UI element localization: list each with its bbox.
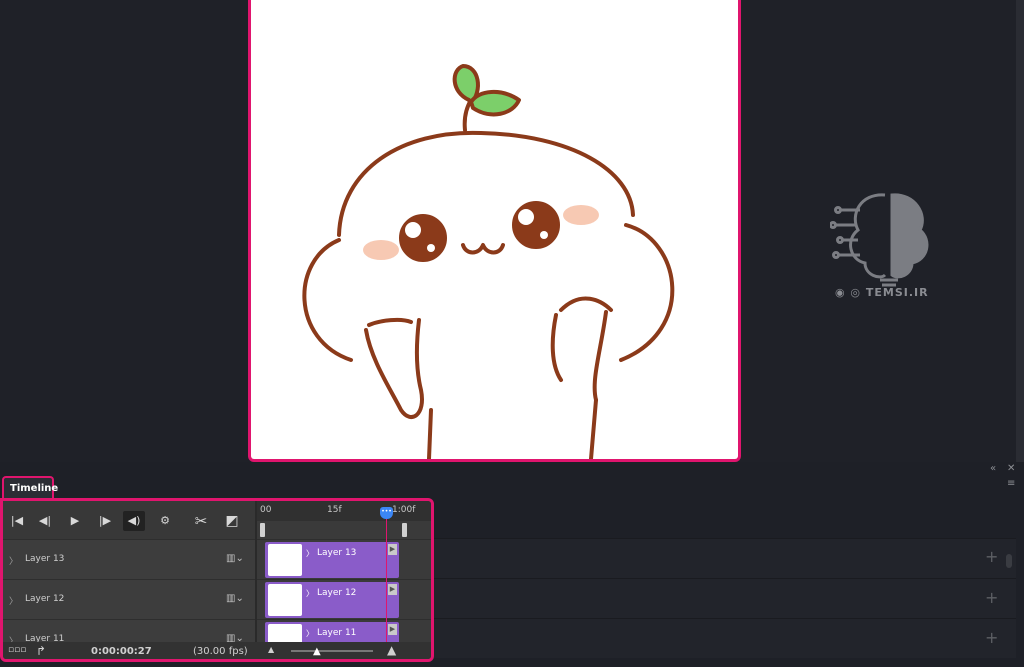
clip-end-handle-icon[interactable]: ▶: [388, 544, 397, 555]
layer-row[interactable]: 〉 Layer 13 ▥⌄: [3, 539, 255, 579]
add-media-icon[interactable]: +: [985, 588, 998, 607]
play-button[interactable]: ▶: [64, 511, 86, 531]
settings-icon[interactable]: ⚙: [154, 511, 176, 531]
timeline-scrollbar[interactable]: [1006, 554, 1012, 568]
clip-end-handle-icon[interactable]: ▶: [388, 624, 397, 635]
layer-track[interactable]: 〉 Layer 12 ▶: [257, 579, 431, 619]
empty-track: [434, 578, 1016, 618]
layer-name: Layer 13: [25, 554, 65, 564]
zoom-slider-track[interactable]: [291, 650, 373, 652]
add-media-icon[interactable]: +: [985, 547, 998, 566]
document-canvas[interactable]: [248, 0, 741, 462]
ruler-label-mid: 15f: [327, 505, 342, 515]
tab-timeline[interactable]: Timeline: [2, 476, 58, 500]
frame-mode-icon[interactable]: ▫▫▫: [8, 645, 26, 655]
render-video-icon[interactable]: ↱: [36, 644, 46, 658]
empty-track: [434, 618, 1016, 658]
add-media-icon[interactable]: +: [985, 628, 998, 647]
layer-track[interactable]: 〉 Layer 13 ▶: [257, 539, 431, 579]
work-area-end-handle[interactable]: [402, 523, 407, 537]
clip-label: Layer 12: [317, 588, 357, 598]
frame-rate: (30.00 fps): [193, 646, 248, 657]
clip-chevron-icon[interactable]: 〉: [306, 548, 314, 559]
timeline-toolbar: |◀ ◀| ▶ |▶ ◀) ⚙ ✂ ◩: [3, 501, 255, 539]
watermark-label: ◉ ◎ TEMSI.IR: [835, 286, 929, 299]
clip-thumbnail: [268, 544, 302, 576]
clip-end-handle-icon[interactable]: ▶: [388, 584, 397, 595]
first-frame-button[interactable]: |◀: [6, 511, 28, 531]
clip-chevron-icon[interactable]: 〉: [306, 628, 314, 639]
layer-row[interactable]: 〉 Layer 12 ▥⌄: [3, 579, 255, 619]
expand-chevron-icon[interactable]: 〉: [9, 554, 18, 567]
timeline-footer: ▫▫▫ ↱ 0:00:00:27 (30.00 fps) ▲ ▲ ▲: [3, 642, 431, 659]
zoom-out-icon[interactable]: ▲: [268, 645, 274, 654]
current-timecode: 0:00:00:27: [91, 646, 152, 657]
audio-button[interactable]: ◀): [123, 511, 145, 531]
clip-thumbnail: [268, 584, 302, 616]
timeline-frame: |◀ ◀| ▶ |▶ ◀) ⚙ ✂ ◩ 00 15f 1:00f 〉 Layer…: [0, 498, 434, 662]
previous-frame-button[interactable]: ◀|: [34, 511, 56, 531]
work-area-bar[interactable]: [257, 521, 431, 539]
expand-chevron-icon[interactable]: 〉: [9, 594, 18, 607]
collapse-panel-icon[interactable]: «: [990, 463, 996, 474]
ruler-label-end: 1:00f: [392, 505, 416, 515]
transition-icon[interactable]: ◩: [221, 511, 243, 531]
playhead-knob[interactable]: •••: [380, 507, 393, 519]
layer-clip[interactable]: 〉 Layer 12 ▶: [265, 582, 399, 618]
character-illustration: [302, 64, 675, 459]
clip-label: Layer 13: [317, 548, 357, 558]
zoom-slider-thumb[interactable]: ▲: [313, 646, 321, 657]
layer-clip[interactable]: 〉 Layer 13 ▶: [265, 542, 399, 578]
clip-label: Layer 11: [317, 628, 357, 638]
empty-track: [434, 538, 1016, 578]
clip-chevron-icon[interactable]: 〉: [306, 588, 314, 599]
time-ruler[interactable]: 00 15f 1:00f: [257, 501, 431, 521]
panel-menu-icon[interactable]: ≡: [1007, 478, 1015, 489]
canvas-scrollbar[interactable]: [1016, 0, 1024, 462]
film-strip-icon[interactable]: ▥⌄: [226, 553, 244, 564]
playhead-line[interactable]: [386, 511, 387, 645]
split-scissors-icon[interactable]: ✂: [190, 511, 212, 531]
film-strip-icon[interactable]: ▥⌄: [226, 593, 244, 604]
close-panel-icon[interactable]: ✕: [1007, 463, 1015, 474]
ruler-label-start: 00: [260, 505, 272, 515]
work-area-start-handle[interactable]: [260, 523, 265, 537]
layer-name: Layer 12: [25, 594, 65, 604]
zoom-in-icon[interactable]: ▲: [387, 643, 396, 657]
next-frame-button[interactable]: |▶: [94, 511, 116, 531]
